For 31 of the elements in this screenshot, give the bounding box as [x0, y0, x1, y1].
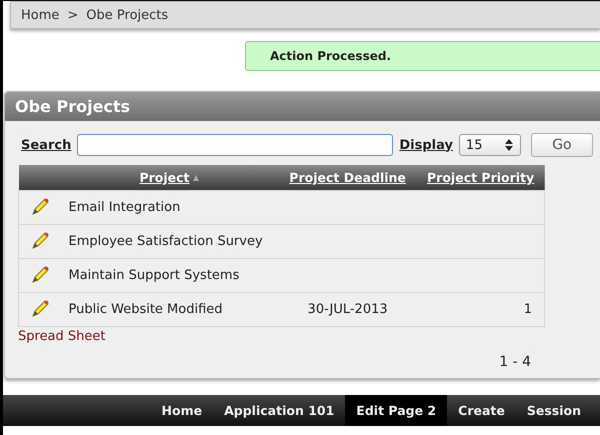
table-cell: Maintain Support Systems [68, 268, 240, 282]
success-message: Action Processed. [245, 41, 600, 71]
toolbar-link[interactable]: Session [516, 395, 592, 426]
pencil-icon[interactable] [30, 230, 50, 250]
toolbar-link[interactable]: Home [150, 395, 214, 426]
breadcrumb-item[interactable]: Home [21, 8, 60, 22]
breadcrumb-item[interactable]: Obe Projects [86, 8, 168, 22]
table-cell: 1 [524, 302, 532, 316]
pencil-icon[interactable] [30, 264, 50, 284]
table-cell: Email Integration [68, 200, 180, 214]
breadcrumb-item: > [67, 8, 78, 22]
column-header[interactable]: Project Priority [427, 170, 534, 185]
pagination-text: 1 - 4 [499, 354, 531, 370]
go-button[interactable]: Go [530, 133, 593, 157]
table-cell: Employee Satisfaction Survey [68, 234, 263, 248]
toolbar-link[interactable]: Create [447, 395, 516, 426]
search-label: Search [21, 138, 72, 152]
pencil-icon[interactable] [30, 196, 50, 216]
table-cell: Public Website Modified [68, 302, 223, 316]
search-field[interactable] [77, 134, 394, 156]
display-label: Display [399, 138, 453, 152]
table-cell: 30-JUL-2013 [308, 302, 388, 316]
display-select[interactable]: 15 [458, 134, 521, 156]
region-header: Obe Projects [5, 92, 600, 121]
column-header[interactable]: Project [139, 170, 190, 185]
spinner-icon [504, 138, 514, 152]
column-header[interactable]: Project Deadline [289, 170, 406, 185]
toolbar-link[interactable]: Edit Page 2 [345, 395, 448, 426]
pencil-icon[interactable] [30, 298, 50, 318]
spreadsheet-link[interactable]: Spread Sheet [18, 328, 106, 344]
toolbar-link[interactable]: Application 101 [213, 395, 346, 426]
